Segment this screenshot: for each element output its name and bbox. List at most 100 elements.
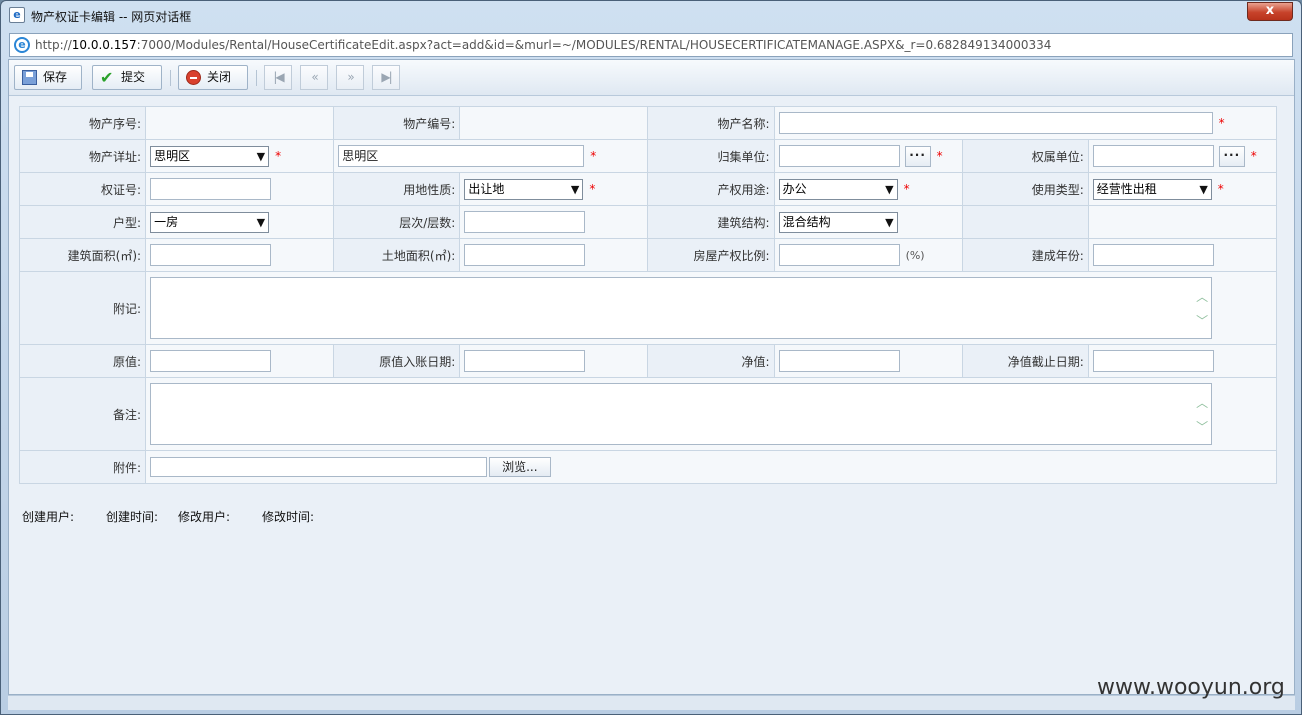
scrollbar[interactable]: ︿ ﹀ [1194,278,1211,338]
scroll-up-icon[interactable]: ︿ [1196,394,1208,411]
district-value: 思明区 [154,148,191,163]
code-label: 物产编号: [333,106,461,140]
scroll-up-icon[interactable]: ︿ [1196,288,1208,305]
use-type-value: 经营性出租 [1096,181,1157,196]
note-textarea[interactable]: ︿ ﹀ [150,277,1213,339]
usage-value: 办公 [782,181,807,196]
remark-cell: ︿ ﹀ [145,377,1277,451]
toolbar-separator [170,70,171,86]
net-date-label: 净值截止日期: [961,344,1089,378]
usage-select[interactable]: 办公 ▼ [778,178,898,200]
next-page-button[interactable]: » [336,65,364,90]
close-button[interactable]: 关闭 [178,65,248,90]
check-icon: ✔ [100,68,114,87]
code-value [459,106,649,140]
collect-unit-picker-button[interactable]: ··· [904,145,931,167]
original-date-input[interactable] [464,350,586,372]
structure-value: 混合结构 [782,214,831,229]
net-date-input[interactable] [1092,350,1214,372]
page-icon: e [9,7,25,23]
save-button[interactable]: 保存 [14,65,82,90]
land-area-input[interactable] [464,244,586,266]
created-user-label: 创建用户: [22,510,75,524]
land-area-cell [459,238,649,272]
land-nature-select[interactable]: 出让地 ▼ [464,178,584,200]
note-label: 附记: [18,271,147,345]
remark-label: 备注: [18,377,147,451]
ratio-unit: (%) [905,248,925,262]
net-value-input[interactable] [778,350,900,372]
first-page-button[interactable]: |◀ [264,65,292,90]
cert-no-input[interactable] [150,178,272,200]
land-nature-label: 用地性质: [333,172,461,206]
build-year-input[interactable] [1092,244,1214,266]
serial-label: 物产序号: [18,106,147,140]
house-type-value: 一房 [154,214,179,229]
owner-unit-input[interactable] [1092,145,1214,167]
remark-textarea[interactable]: ︿ ﹀ [150,383,1213,445]
serial-value [145,106,335,140]
build-area-input[interactable] [150,244,272,266]
usage-label: 产权用途: [647,172,775,206]
scrollbar[interactable]: ︿ ﹀ [1194,384,1211,444]
land-nature-value: 出让地 [468,181,505,196]
attachment-file-input[interactable] [150,457,488,477]
url-path: :7000/Modules/Rental/HouseCertificateEdi… [136,38,1052,52]
build-year-label: 建成年份: [961,238,1089,272]
note-cell: ︿ ﹀ [145,271,1277,345]
net-date-cell [1087,344,1278,378]
empty-label [961,205,1089,239]
use-type-cell: 经营性出租 ▼ * [1087,172,1278,206]
required-mark: * [1217,182,1224,196]
attachment-cell: 浏览... [145,450,1277,484]
last-page-button[interactable]: ▶| [372,65,400,90]
build-area-label: 建筑面积(㎡): [18,238,147,272]
form-row: 物产详址: 思明区 ▼ * 思明区 * 归集单位: ··· * 权属单位: ··· * [18,139,1278,173]
chevron-down-icon: ▼ [1199,182,1208,196]
submit-button[interactable]: ✔ 提交 [92,65,162,90]
window-title: 物产权证卡编辑 -- 网页对话框 [31,10,192,24]
required-mark: * [903,182,910,196]
ratio-cell: (%) [773,238,963,272]
district-select[interactable]: 思明区 ▼ [150,145,270,167]
url-host: 10.0.0.157 [71,38,137,52]
save-icon [22,70,37,85]
net-value-cell [773,344,963,378]
chevron-down-icon: ▼ [256,149,266,163]
address-input[interactable]: 思明区 [338,145,585,167]
property-name-input[interactable] [778,112,1213,134]
watermark: www.wooyun.org [1097,675,1285,700]
form-row: 附记: ︿ ﹀ [18,271,1277,345]
house-type-select[interactable]: 一房 ▼ [150,211,270,233]
owner-unit-label: 权属单位: [961,139,1089,173]
save-label: 保存 [43,70,68,84]
browse-button[interactable]: 浏览... [489,457,551,477]
name-label: 物产名称: [647,106,775,140]
close-window-button[interactable]: x [1247,2,1293,21]
cert-no-cell [145,172,335,206]
build-year-cell [1087,238,1278,272]
address-cell: 思明区 * [333,139,649,173]
scroll-down-icon[interactable]: ﹀ [1196,312,1208,329]
owner-unit-picker-button[interactable]: ··· [1218,145,1245,167]
address-label: 物产详址: [18,139,147,173]
stop-icon [186,70,201,85]
prev-page-button[interactable]: « [300,65,328,90]
usage-cell: 办公 ▼ * [773,172,963,206]
original-value-input[interactable] [150,350,272,372]
collect-unit-input[interactable] [778,145,900,167]
scroll-down-icon[interactable]: ﹀ [1196,418,1208,435]
ratio-input[interactable] [778,244,900,266]
required-mark: * [589,182,596,196]
use-type-select[interactable]: 经营性出租 ▼ [1092,178,1212,200]
land-nature-cell: 出让地 ▼ * [459,172,649,206]
original-value-label: 原值: [18,344,147,378]
structure-select[interactable]: 混合结构 ▼ [778,211,898,233]
toolbar-separator [256,70,257,86]
cert-no-label: 权证号: [18,172,147,206]
required-mark: * [1250,149,1257,163]
floor-label: 层次/层数: [333,205,461,239]
net-value-label: 净值: [647,344,775,378]
name-cell: * [773,106,1278,140]
floor-input[interactable] [464,211,586,233]
